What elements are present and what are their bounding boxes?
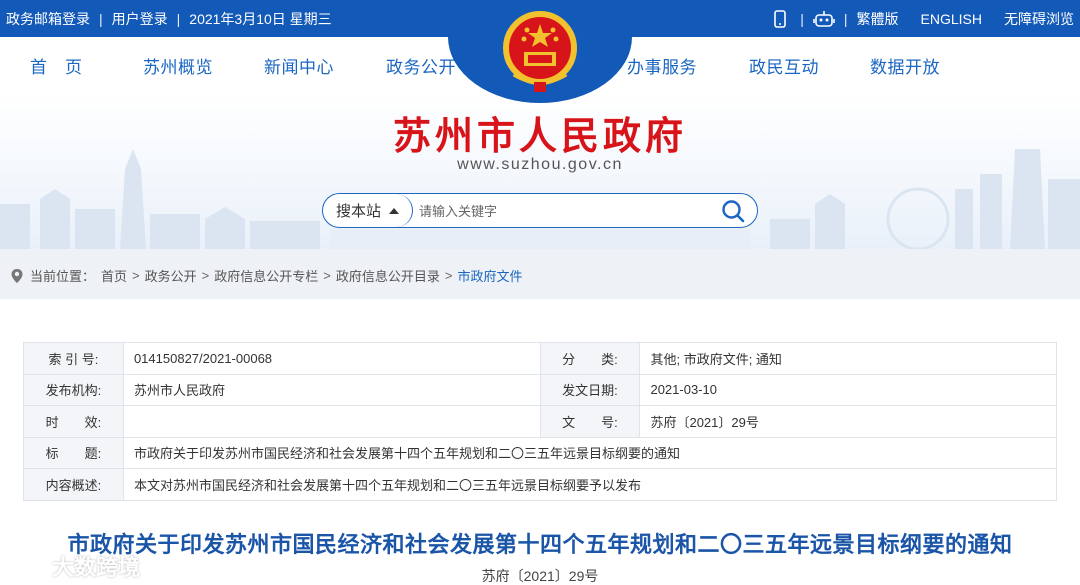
validity-value <box>122 405 541 438</box>
nav-item-news[interactable]: 新闻中心 <box>264 53 334 78</box>
category-label: 分 类: <box>539 342 641 375</box>
user-login-link[interactable]: 用户登录 <box>112 9 168 29</box>
robot-icon[interactable] <box>813 8 835 30</box>
index-number-value: 014150827/2021-00068 <box>122 342 541 375</box>
caret-up-icon <box>389 207 399 214</box>
breadcrumb-item-info-catalog[interactable]: 政府信息公开目录 <box>336 266 440 285</box>
search-scope-label: 搜本站 <box>335 203 381 220</box>
document-number: 苏府〔2021〕29号 <box>481 568 599 584</box>
separator: | <box>176 10 181 27</box>
document-number-value: 苏府〔2021〕29号 <box>639 405 1057 438</box>
site-url: www.suzhou.gov.cn <box>457 156 623 173</box>
issue-date-value: 2021-03-10 <box>639 373 1057 406</box>
breadcrumb: 当前位置： 首页 > 政务公开 > 政府信息公开专栏 > 政府信息公开目录 > … <box>10 266 522 285</box>
search-input[interactable] <box>419 200 709 222</box>
english-link[interactable]: ENGLISH <box>921 11 982 27</box>
category-value: 其他; 市政府文件; 通知 <box>639 342 1057 375</box>
nav-item-home[interactable]: 首 页 <box>30 53 83 78</box>
location-pin-icon <box>11 268 23 283</box>
document-title: 市政府关于印发苏州市国民经济和社会发展第十四个五年规划和二〇三五年远景目标纲要的… <box>67 532 1013 557</box>
title-label: 标 题: <box>23 436 124 469</box>
separator: | <box>99 10 103 27</box>
document-info-table: 索 引 号: 014150827/2021-00068 分 类: 其他; 市政府… <box>23 342 1058 501</box>
validity-label: 时 效: <box>23 405 124 438</box>
breadcrumb-arrow: > <box>201 268 210 283</box>
publisher-label: 发布机构: <box>23 373 124 406</box>
breadcrumb-arrow: > <box>444 268 453 283</box>
nav-item-open-data[interactable]: 数据开放 <box>870 53 940 78</box>
breadcrumb-label: 当前位置： <box>30 269 96 284</box>
nav-item-interaction[interactable]: 政民互动 <box>749 53 819 78</box>
top-bar-left: 政务邮箱登录 | 用户登录 | 2021年3月10日 星期三 <box>6 0 332 37</box>
separator: | <box>800 10 804 27</box>
title-value: 市政府关于印发苏州市国民经济和社会发展第十四个五年规划和二〇三五年远景目标纲要的… <box>122 436 1058 469</box>
mobile-icon[interactable] <box>769 8 791 30</box>
watermark-logo-icon <box>9 557 48 575</box>
search-box: 搜本站 <box>322 193 758 228</box>
nav-item-overview[interactable]: 苏州概览 <box>143 53 213 78</box>
index-number-label: 索 引 号: <box>23 342 124 375</box>
traditional-chinese-link[interactable]: 繁體版 <box>857 9 899 29</box>
table-row: 标 题: 市政府关于印发苏州市国民经济和社会发展第十四个五年规划和二〇三五年远景… <box>23 436 1058 469</box>
top-bar-right: | | 繁體版 ENGLISH 无障碍浏览 <box>769 0 1074 37</box>
table-row: 内容概述: 本文对苏州市国民经济和社会发展第十四个五年规划和二〇三五年远景目标纲… <box>23 468 1058 501</box>
summary-value: 本文对苏州市国民经济和社会发展第十四个五年规划和二〇三五年远景目标纲要予以发布 <box>122 468 1058 501</box>
document-number-label: 文 号: <box>539 405 641 438</box>
watermark-text: 大数跨境 <box>52 555 141 580</box>
table-row: 时 效: 文 号: 苏府〔2021〕29号 <box>23 405 1057 438</box>
breadcrumb-item-home[interactable]: 首页 <box>101 266 127 285</box>
nav-item-gov-affairs[interactable]: 政务公开 <box>386 53 456 78</box>
current-date: 2021年3月10日 星期三 <box>189 10 332 27</box>
breadcrumb-arrow: > <box>132 268 140 283</box>
issue-date-label: 发文日期: <box>539 373 641 406</box>
accessible-browsing-link[interactable]: 无障碍浏览 <box>1004 9 1074 29</box>
site-title: 苏州市人民政府 <box>392 113 687 158</box>
breadcrumb-item-gov-affairs[interactable]: 政务公开 <box>145 266 197 285</box>
breadcrumb-bar: 当前位置： 首页 > 政务公开 > 政府信息公开专栏 > 政府信息公开目录 > … <box>0 249 1080 299</box>
gov-mail-login-link[interactable]: 政务邮箱登录 <box>6 9 90 29</box>
emblem-icon <box>503 11 577 92</box>
nav-item-services[interactable]: 办事服务 <box>627 53 697 78</box>
breadcrumb-arrow: > <box>323 268 331 283</box>
publisher-value: 苏州市人民政府 <box>122 373 541 406</box>
watermark: 大数跨境 <box>8 550 140 582</box>
search-scope-dropdown[interactable]: 搜本站 <box>323 194 413 227</box>
breadcrumb-current[interactable]: 市政府文件 <box>457 266 522 285</box>
summary-label: 内容概述: <box>23 468 124 501</box>
table-row: 索 引 号: 014150827/2021-00068 分 类: 其他; 市政府… <box>23 342 1057 375</box>
breadcrumb-item-info-column[interactable]: 政府信息公开专栏 <box>214 266 318 285</box>
table-row: 发布机构: 苏州市人民政府 发文日期: 2021-03-10 <box>23 373 1057 406</box>
separator: | <box>843 10 848 27</box>
search-icon[interactable] <box>721 199 745 223</box>
